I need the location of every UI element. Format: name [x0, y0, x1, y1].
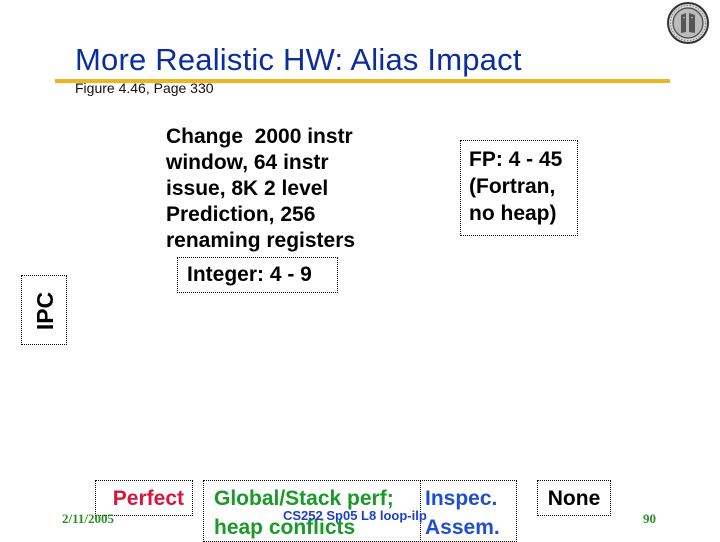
ipc-axis-label: IPC [32, 291, 58, 331]
integer-range-box: Integer: 4 - 9 [177, 257, 338, 293]
ipc-axis-box: IPC [21, 275, 67, 345]
university-seal-logo [666, 1, 710, 45]
slide-title: More Realistic HW: Alias Impact [75, 42, 522, 77]
slide-subtitle: Figure 4.46, Page 330 [75, 80, 214, 96]
category-none: None [537, 480, 611, 516]
footer-course: CS252 Sp05 L8 loop-ilp [283, 508, 427, 523]
integer-range-label: Integer: 4 - 9 [187, 263, 312, 286]
configuration-description: Change 2000 instr window, 64 instr issue… [166, 125, 356, 252]
university-seal-icon [667, 2, 709, 44]
category-inspection: Inspec. Assem. [420, 480, 517, 542]
page-number: 90 [643, 511, 656, 526]
footer-date: 2/11/2005 [62, 511, 115, 526]
fp-range-box: FP: 4 - 45 (Fortran, no heap) [460, 140, 578, 236]
